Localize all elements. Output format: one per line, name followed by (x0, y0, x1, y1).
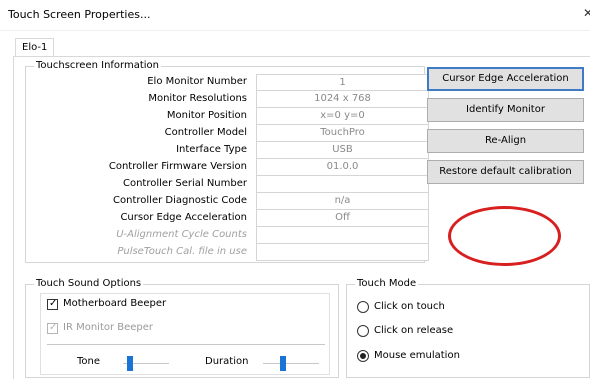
info-label: PulseTouch Cal. file in use (117, 246, 247, 257)
radio-selected-dot (360, 353, 366, 359)
info-value: Off (256, 210, 429, 227)
info-row: Monitor Position x=0 y=0 (26, 108, 429, 125)
click-on-touch-label: Click on touch (374, 301, 445, 312)
info-label: Cursor Edge Acceleration (120, 212, 247, 223)
duration-slider-track[interactable] (263, 363, 319, 364)
group-label: Touchscreen Information (34, 60, 162, 72)
info-label: Elo Monitor Number (147, 76, 247, 87)
info-row: Interface Type USB (26, 142, 429, 159)
info-row: Controller Diagnostic Code n/a (26, 193, 429, 210)
ir-monitor-beeper-label: IR Monitor Beeper (63, 322, 154, 333)
info-label: U-Alignment Cycle Counts (116, 229, 247, 240)
info-value (256, 176, 429, 193)
tone-slider-thumb[interactable] (126, 356, 133, 371)
touch-mode-group: Touch Mode Click on touch Click on relea… (346, 278, 590, 378)
group-label: Touch Mode (355, 278, 419, 290)
info-value: n/a (256, 193, 429, 210)
identify-monitor-button[interactable]: Identify Monitor (427, 98, 584, 122)
cursor-edge-acceleration-button[interactable]: Cursor Edge Acceleration (427, 67, 584, 91)
touchscreen-information-group: Touchscreen Information Elo Monitor Numb… (25, 60, 429, 263)
info-value: 01.0.0 (256, 159, 429, 176)
motherboard-beeper-label: Motherboard Beeper (63, 298, 167, 309)
separator (47, 344, 325, 345)
annotation-ellipse (448, 206, 561, 266)
info-row: Elo Monitor Number 1 (26, 74, 429, 91)
info-row: Monitor Resolutions 1024 x 768 (26, 91, 429, 108)
info-row: Controller Serial Number (26, 176, 429, 193)
info-label: Monitor Position (166, 110, 247, 121)
click-on-release-radio[interactable] (357, 325, 369, 337)
info-label: Controller Model (164, 127, 247, 138)
close-icon[interactable]: ✕ (583, 6, 590, 20)
restore-default-calibration-button[interactable]: Restore default calibration (427, 160, 584, 184)
tab-elo-1[interactable]: Elo-1 (15, 38, 54, 58)
info-value: 1 (256, 74, 429, 91)
info-label: Controller Firmware Version (108, 161, 247, 172)
ir-monitor-beeper-checkbox[interactable]: ✓ (47, 322, 58, 334)
info-row: Controller Firmware Version 01.0.0 (26, 159, 429, 176)
motherboard-beeper-checkbox[interactable]: ✓ (47, 298, 58, 310)
tone-label: Tone (77, 356, 101, 367)
mouse-emulation-label: Mouse emulation (374, 350, 460, 361)
duration-label: Duration (205, 356, 249, 367)
info-row: Cursor Edge Acceleration Off (26, 210, 429, 227)
touch-sound-options-group: Touch Sound Options ✓ Motherboard Beeper… (25, 278, 339, 378)
info-value: x=0 y=0 (256, 108, 429, 125)
mouse-emulation-radio[interactable] (357, 350, 369, 362)
info-value: TouchPro (256, 125, 429, 142)
info-value: USB (256, 142, 429, 159)
info-value (256, 227, 429, 244)
re-align-button[interactable]: Re-Align (427, 129, 584, 153)
info-value: 1024 x 768 (256, 91, 429, 108)
click-on-release-label: Click on release (374, 325, 454, 336)
info-row: Controller Model TouchPro (26, 125, 429, 142)
info-row: U-Alignment Cycle Counts (26, 227, 429, 244)
info-label: Monitor Resolutions (148, 93, 247, 104)
info-label: Controller Serial Number (122, 178, 247, 189)
sound-inner-frame: ✓ Motherboard Beeper ✓ IR Monitor Beeper… (40, 293, 330, 375)
window-title: Touch Screen Properties... (8, 8, 151, 21)
title-bar: Touch Screen Properties... ✕ (0, 0, 590, 31)
click-on-touch-radio[interactable] (357, 301, 369, 313)
checkmark-icon: ✓ (49, 322, 58, 333)
info-label: Controller Diagnostic Code (113, 195, 247, 206)
info-label: Interface Type (176, 144, 247, 155)
info-row: PulseTouch Cal. file in use (26, 244, 429, 261)
checkmark-icon: ✓ (49, 298, 58, 309)
duration-slider-thumb[interactable] (279, 356, 286, 371)
info-value (256, 244, 429, 261)
group-label: Touch Sound Options (34, 278, 144, 290)
